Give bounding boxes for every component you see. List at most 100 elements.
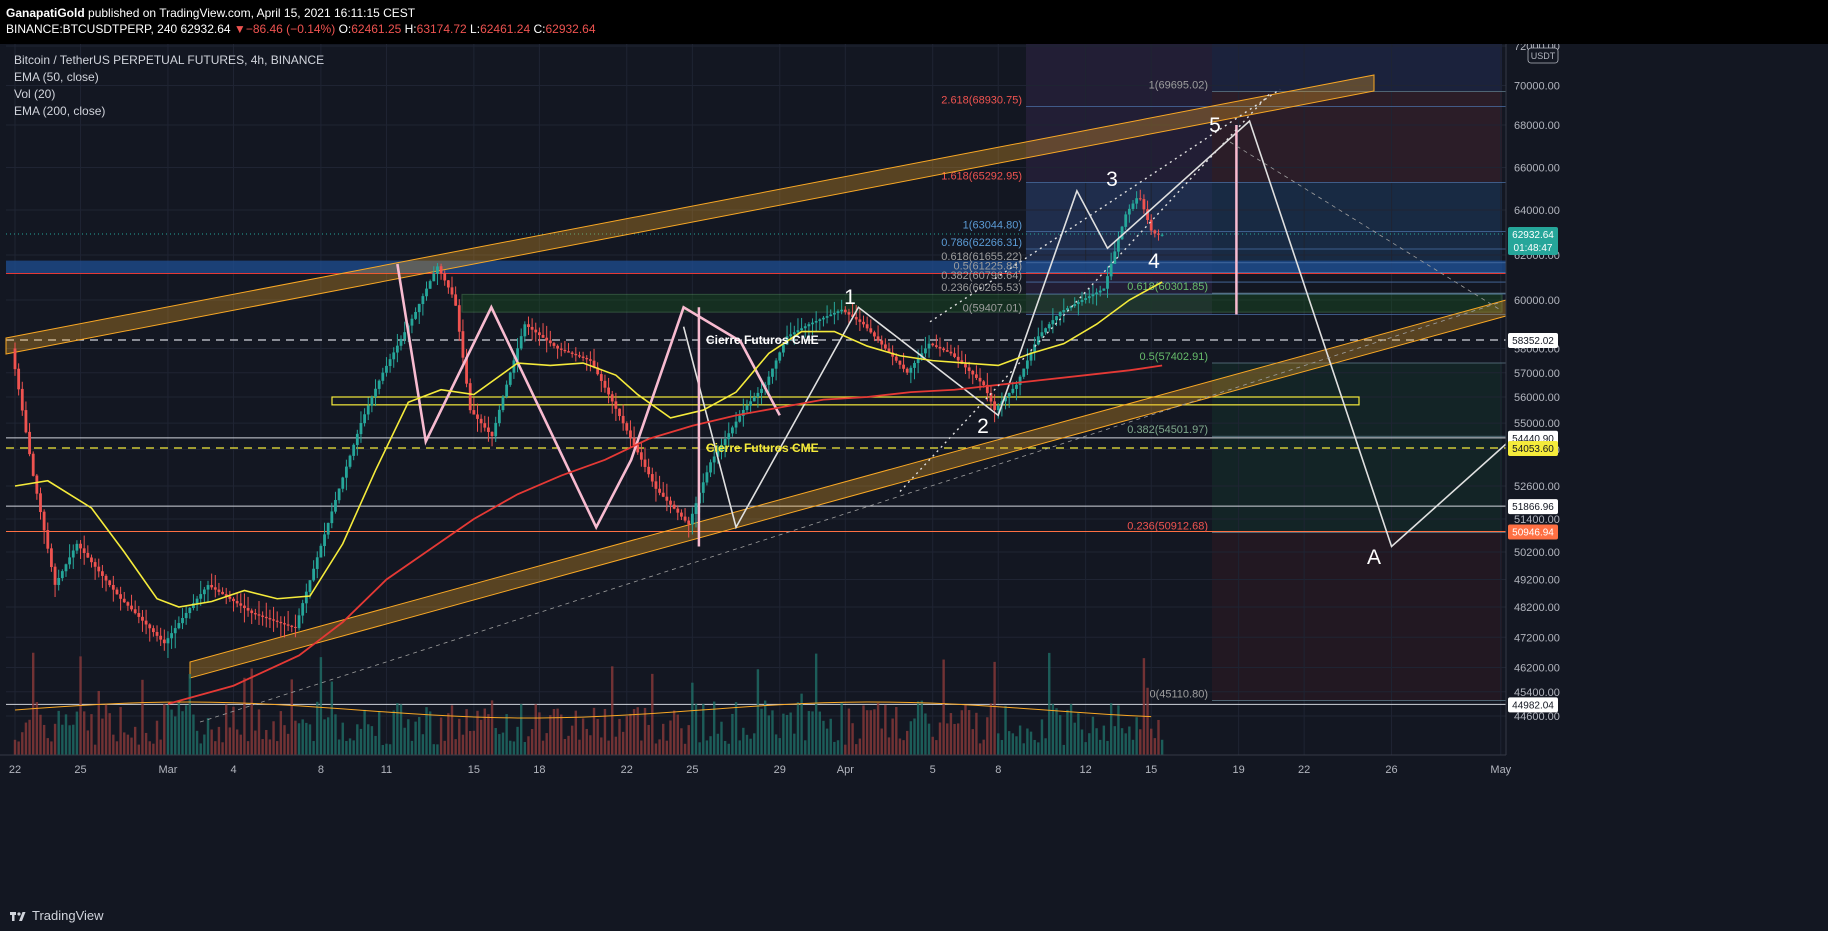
volume-bar [1018, 725, 1022, 755]
volume-bar [993, 661, 996, 755]
volume-bar [294, 720, 297, 755]
candle-body [490, 431, 494, 437]
volume-bar [997, 733, 1000, 755]
candle-body [913, 362, 916, 368]
candle-body [137, 613, 141, 617]
volume-bar [115, 741, 119, 755]
candle-body [35, 475, 39, 494]
price-chart[interactable]: 2.618(68930.75)1.618(65292.95)1(63044.80… [0, 41, 1828, 899]
candle-body [909, 367, 913, 373]
candle-body [942, 348, 946, 351]
high-value: 63174.72 [416, 22, 467, 36]
publisher-name[interactable]: GanapatiGold [6, 6, 85, 20]
candle-body [694, 503, 698, 514]
volume-bar [592, 707, 596, 755]
volume-bar [975, 712, 978, 755]
volume-bar [374, 735, 377, 755]
symbol-text: BINANCE:BTCUSDTPERP, 240 [6, 22, 178, 36]
volume-bar [494, 727, 497, 755]
legend-volume[interactable]: Vol (20) [14, 86, 324, 103]
chart-area[interactable]: 2.618(68930.75) 1.618(65292.95) 1(63044.80… [0, 41, 1828, 899]
legend-ema50[interactable]: EMA (50, close) [14, 69, 324, 86]
candle-body [86, 552, 90, 558]
candle-body [865, 324, 869, 329]
volume-bar [279, 711, 283, 755]
time-tick-label: 25 [686, 764, 698, 776]
volume-bar [789, 712, 792, 755]
volume-bar [585, 728, 588, 755]
volume-bar [665, 740, 669, 755]
volume-bar [1102, 725, 1106, 755]
volume-bar [1146, 687, 1149, 755]
candle-body [993, 401, 997, 411]
volume-bar [39, 714, 42, 755]
volume-bar [920, 700, 923, 755]
candle-body [938, 346, 942, 349]
candle-body [53, 566, 57, 585]
candle-body [712, 456, 716, 463]
candle-body [760, 388, 763, 393]
high-label: H: [404, 22, 417, 36]
volume-bar [159, 739, 162, 755]
volume-bar [334, 714, 337, 755]
time-tick-label: 22 [621, 764, 633, 776]
volume-bar [723, 740, 727, 755]
candle-body [479, 418, 483, 424]
candle-body [20, 388, 24, 411]
candle-body [1018, 376, 1022, 385]
candle-body [1106, 276, 1109, 289]
volume-bar [1048, 652, 1051, 755]
volume-bar [35, 701, 39, 755]
volume-bar [272, 721, 275, 755]
time-tick-label: 18 [533, 764, 545, 776]
candle-body [701, 482, 705, 493]
candle-body [279, 621, 283, 624]
candle-body [188, 607, 192, 614]
candle-body [286, 624, 290, 626]
candle-body [246, 608, 250, 611]
tradingview-logo[interactable]: TradingView [10, 908, 104, 923]
volume-bar [600, 737, 603, 755]
volume-bar [101, 718, 104, 755]
candle-body [1127, 208, 1131, 215]
volume-bar [960, 710, 964, 755]
candle-body [461, 331, 465, 358]
volume-bar [862, 705, 865, 755]
candle-body [811, 322, 814, 325]
volume-bar [705, 740, 709, 755]
volume-bar [1015, 736, 1018, 755]
volume-bar [836, 740, 840, 755]
candle-body [352, 444, 356, 456]
legend-title[interactable]: Bitcoin / TetherUS PERPETUAL FUTURES, 4h… [14, 52, 324, 69]
volume-bar [971, 729, 974, 755]
candle-body [967, 367, 971, 371]
time-tick-label: 15 [468, 764, 480, 776]
candle-body [144, 620, 148, 625]
candle-body [39, 493, 42, 513]
candle-body [1084, 298, 1088, 300]
candle-body [436, 266, 439, 274]
volume-bar [938, 722, 942, 755]
legend-ema200[interactable]: EMA (200, close) [14, 103, 324, 120]
volume-bar [119, 707, 122, 755]
candle-body [556, 345, 560, 349]
volume-bar [804, 740, 807, 755]
volume-bar [217, 726, 221, 755]
price-tick-label: 47200.00 [1514, 632, 1560, 644]
candle-body [807, 324, 811, 327]
candle-body [567, 351, 570, 353]
candle-body [68, 557, 72, 565]
candle-body [905, 368, 909, 373]
volume-bar [501, 732, 505, 755]
volume-bar [290, 679, 293, 755]
volume-bar [534, 704, 537, 755]
volume-bar [418, 716, 421, 755]
volume-bar [268, 739, 272, 755]
candle-body [60, 571, 64, 579]
candle-body [115, 589, 119, 595]
candle-body [665, 496, 669, 501]
candle-body [1102, 288, 1106, 291]
volume-bar [498, 734, 501, 755]
time-tick-label: 11 [381, 764, 392, 776]
candle-body [1036, 336, 1040, 345]
